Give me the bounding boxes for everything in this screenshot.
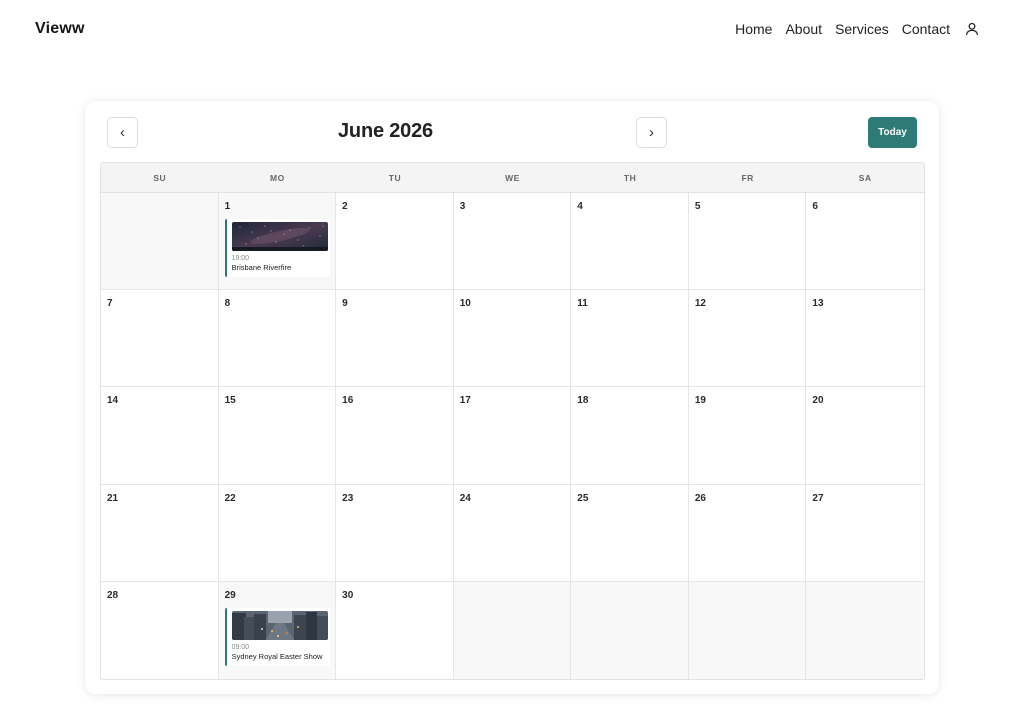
day-cell[interactable]: 17 — [453, 387, 572, 485]
day-number: 17 — [459, 395, 471, 407]
calendar-days: 1 19:00 Brisbane Riverfire 2 3 4 5 6 7 8 9 10 11 12 13… — [101, 193, 924, 679]
day-number: 28 — [107, 589, 119, 601]
day-number: 8 — [224, 298, 231, 310]
logo[interactable]: Vieww — [35, 20, 85, 38]
day-cell[interactable]: 4 — [571, 193, 689, 291]
day-cell[interactable]: 8 — [218, 290, 337, 388]
day-number: 16 — [342, 395, 354, 407]
day-cell-empty — [806, 581, 924, 679]
calendar-card: ‹ June 2026 › Today SU MO TU WE TH FR SA… — [85, 101, 939, 694]
day-number: 7 — [107, 298, 113, 310]
weekday-mo: MO — [270, 172, 285, 183]
event-title: Sydney Royal Easter Show — [231, 651, 323, 661]
day-cell[interactable]: 12 — [688, 290, 807, 388]
day-number: 24 — [459, 492, 471, 504]
day-number: 27 — [812, 492, 824, 504]
day-cell[interactable]: 2 — [336, 193, 454, 291]
day-cell[interactable]: 18 — [571, 387, 689, 485]
night-sky-image — [231, 222, 328, 251]
day-number: 30 — [342, 589, 354, 601]
day-number: 9 — [342, 298, 348, 310]
day-cell[interactable]: 9 — [336, 290, 454, 388]
day-cell-empty — [571, 581, 689, 679]
event-card[interactable]: 19:00 Brisbane Riverfire — [224, 219, 330, 277]
day-number: 2 — [342, 201, 348, 212]
day-number: 3 — [459, 201, 466, 212]
user-icon[interactable] — [964, 21, 980, 37]
day-cell[interactable]: 29 09:00 Sydney Royal Easter Show — [218, 581, 337, 679]
day-cell[interactable]: 14 — [101, 387, 219, 485]
day-cell[interactable]: 13 — [806, 290, 924, 388]
day-cell[interactable]: 21 — [101, 484, 219, 582]
day-cell[interactable]: 10 — [453, 290, 572, 388]
day-cell[interactable]: 5 — [688, 193, 807, 291]
day-cell[interactable]: 6 — [806, 193, 924, 291]
weekday-sa: SA — [858, 172, 872, 183]
day-cell[interactable]: 22 — [218, 484, 337, 582]
weekday-th: TH — [623, 172, 637, 183]
nav-about[interactable]: About — [785, 21, 822, 37]
day-cell[interactable]: 16 — [336, 387, 454, 485]
day-cell[interactable]: 1 19:00 Brisbane Riverfire — [218, 193, 337, 291]
main-nav: Home About Services Contact — [735, 21, 980, 37]
day-cell[interactable]: 23 — [336, 484, 454, 582]
day-cell[interactable]: 15 — [218, 387, 337, 485]
day-cell[interactable]: 24 — [453, 484, 572, 582]
day-cell[interactable]: 19 — [688, 387, 807, 485]
weekday-we: WE — [505, 172, 520, 183]
day-cell-empty — [453, 581, 572, 679]
day-number: 10 — [459, 298, 471, 310]
nav-services[interactable]: Services — [835, 21, 889, 37]
day-cell[interactable]: 3 — [453, 193, 572, 291]
day-cell[interactable]: 20 — [806, 387, 924, 485]
day-number: 4 — [577, 201, 583, 212]
day-number: 1 — [224, 201, 231, 212]
calendar-grid: SU MO TU WE TH FR SA 1 19:00 Brisbane Rive… — [100, 162, 925, 680]
prev-month-button[interactable]: ‹ — [107, 117, 138, 148]
weekday-tu: TU — [388, 172, 402, 183]
today-button[interactable]: Today — [868, 117, 917, 148]
day-number: 14 — [107, 395, 119, 407]
month-title: June 2026 — [338, 120, 433, 142]
event-title: Brisbane Riverfire — [231, 263, 292, 272]
day-cell[interactable]: 27 — [806, 484, 924, 582]
day-number: 23 — [342, 492, 354, 504]
day-cell[interactable]: 25 — [571, 484, 689, 582]
next-month-button[interactable]: › — [636, 117, 667, 148]
day-number: 26 — [694, 492, 706, 504]
day-cell-empty — [688, 581, 807, 679]
day-number: 22 — [224, 492, 236, 504]
day-cell[interactable]: 30 — [336, 581, 454, 679]
event-time: 19:00 — [231, 255, 250, 262]
weekday-su: SU — [153, 172, 167, 183]
event-card[interactable]: 09:00 Sydney Royal Easter Show — [224, 607, 330, 666]
weekday-fr: FR — [741, 172, 754, 183]
day-cell[interactable]: 7 — [101, 290, 219, 388]
day-number: 12 — [694, 298, 706, 310]
day-number: 6 — [812, 201, 818, 212]
event-time: 09:00 — [231, 643, 250, 651]
day-cell[interactable]: 28 — [101, 581, 219, 679]
day-number: 29 — [224, 589, 236, 601]
day-number: 13 — [812, 298, 824, 310]
day-number: 25 — [577, 492, 589, 504]
day-number: 21 — [107, 492, 119, 504]
day-cell-empty — [101, 193, 219, 291]
day-number: 15 — [224, 395, 236, 407]
day-cell[interactable]: 26 — [688, 484, 807, 582]
day-number: 18 — [577, 395, 589, 407]
day-cell[interactable]: 11 — [571, 290, 689, 388]
nav-home[interactable]: Home — [735, 21, 772, 37]
weekday-header: SU MO TU WE TH FR SA — [101, 163, 924, 193]
day-number: 20 — [812, 395, 824, 407]
city-street-image — [231, 610, 328, 640]
day-number: 5 — [694, 201, 701, 212]
day-number: 19 — [694, 395, 706, 407]
day-number: 11 — [577, 298, 588, 310]
nav-contact[interactable]: Contact — [902, 21, 950, 37]
